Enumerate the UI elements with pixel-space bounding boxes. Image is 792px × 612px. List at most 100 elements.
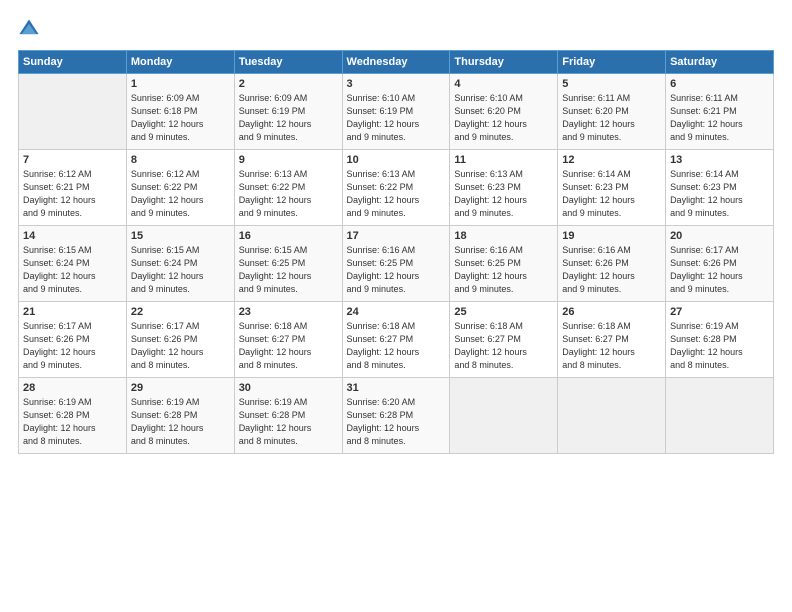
day-number: 9 — [239, 153, 338, 167]
day-cell: 5 Sunrise: 6:11 AM Sunset: 6:20 PM Daylig… — [558, 74, 666, 150]
day-number: 15 — [131, 229, 230, 243]
day-number: 11 — [454, 153, 553, 167]
day-info: Sunrise: 6:18 AM Sunset: 6:27 PM Dayligh… — [347, 321, 420, 370]
day-info: Sunrise: 6:18 AM Sunset: 6:27 PM Dayligh… — [562, 321, 635, 370]
day-number: 5 — [562, 77, 661, 91]
day-cell — [19, 74, 127, 150]
day-cell: 27Sunrise: 6:19 AM Sunset: 6:28 PM Dayli… — [666, 302, 774, 378]
day-info: Sunrise: 6:10 AM Sunset: 6:19 PM Dayligh… — [347, 93, 420, 142]
day-info: Sunrise: 6:12 AM Sunset: 6:22 PM Dayligh… — [131, 169, 204, 218]
day-number: 8 — [131, 153, 230, 167]
day-number: 28 — [23, 381, 122, 395]
week-row-2: 7 Sunrise: 6:12 AM Sunset: 6:21 PM Daylig… — [19, 150, 774, 226]
day-cell — [558, 378, 666, 454]
day-number: 1 — [131, 77, 230, 91]
day-cell: 22 Sunrise: 6:17 AM Sunset: 6:26 PM Dayli… — [126, 302, 234, 378]
day-number: 19 — [562, 229, 661, 243]
day-info: Sunrise: 6:17 AM Sunset: 6:26 PM Dayligh… — [131, 321, 204, 370]
day-info: Sunrise: 6:15 AM Sunset: 6:24 PM Dayligh… — [131, 245, 204, 294]
day-info: Sunrise: 6:16 AM Sunset: 6:25 PM Dayligh… — [454, 245, 527, 294]
day-number: 26 — [562, 305, 661, 319]
week-row-3: 14 Sunrise: 6:15 AM Sunset: 6:24 PM Dayli… — [19, 226, 774, 302]
day-info: Sunrise: 6:13 AM Sunset: 6:23 PM Dayligh… — [454, 169, 527, 218]
day-info: Sunrise: 6:18 AM Sunset: 6:27 PM Dayligh… — [454, 321, 527, 370]
day-number: 7 — [23, 153, 122, 167]
day-info: Sunrise: 6:16 AM Sunset: 6:26 PM Dayligh… — [562, 245, 635, 294]
day-number: 23 — [239, 305, 338, 319]
day-info: Sunrise: 6:13 AM Sunset: 6:22 PM Dayligh… — [347, 169, 420, 218]
day-info: Sunrise: 6:09 AM Sunset: 6:19 PM Dayligh… — [239, 93, 312, 142]
logo — [18, 18, 44, 40]
day-cell: 24Sunrise: 6:18 AM Sunset: 6:27 PM Dayli… — [342, 302, 450, 378]
weekday-header-row: SundayMondayTuesdayWednesdayThursdayFrid… — [19, 51, 774, 74]
day-cell: 29Sunrise: 6:19 AM Sunset: 6:28 PM Dayli… — [126, 378, 234, 454]
day-info: Sunrise: 6:20 AM Sunset: 6:28 PM Dayligh… — [347, 397, 420, 446]
header — [18, 18, 774, 40]
day-number: 30 — [239, 381, 338, 395]
day-cell: 17Sunrise: 6:16 AM Sunset: 6:25 PM Dayli… — [342, 226, 450, 302]
day-number: 17 — [347, 229, 446, 243]
day-info: Sunrise: 6:19 AM Sunset: 6:28 PM Dayligh… — [23, 397, 96, 446]
day-number: 20 — [670, 229, 769, 243]
week-row-1: 1 Sunrise: 6:09 AM Sunset: 6:18 PM Daylig… — [19, 74, 774, 150]
day-number: 14 — [23, 229, 122, 243]
page: SundayMondayTuesdayWednesdayThursdayFrid… — [0, 0, 792, 612]
calendar: SundayMondayTuesdayWednesdayThursdayFrid… — [18, 50, 774, 454]
weekday-header-sunday: Sunday — [19, 51, 127, 74]
day-info: Sunrise: 6:12 AM Sunset: 6:21 PM Dayligh… — [23, 169, 96, 218]
day-info: Sunrise: 6:14 AM Sunset: 6:23 PM Dayligh… — [562, 169, 635, 218]
week-row-4: 21 Sunrise: 6:17 AM Sunset: 6:26 PM Dayli… — [19, 302, 774, 378]
day-cell: 23 Sunrise: 6:18 AM Sunset: 6:27 PM Dayli… — [234, 302, 342, 378]
day-info: Sunrise: 6:09 AM Sunset: 6:18 PM Dayligh… — [131, 93, 204, 142]
day-info: Sunrise: 6:15 AM Sunset: 6:24 PM Dayligh… — [23, 245, 96, 294]
day-cell: 30 Sunrise: 6:19 AM Sunset: 6:28 PM Dayli… — [234, 378, 342, 454]
day-info: Sunrise: 6:17 AM Sunset: 6:26 PM Dayligh… — [23, 321, 96, 370]
day-number: 3 — [347, 77, 446, 91]
weekday-header-tuesday: Tuesday — [234, 51, 342, 74]
weekday-header-wednesday: Wednesday — [342, 51, 450, 74]
logo-icon — [18, 18, 40, 40]
day-number: 31 — [347, 381, 446, 395]
day-number: 25 — [454, 305, 553, 319]
day-info: Sunrise: 6:18 AM Sunset: 6:27 PM Dayligh… — [239, 321, 312, 370]
day-number: 16 — [239, 229, 338, 243]
day-number: 18 — [454, 229, 553, 243]
day-cell: 4 Sunrise: 6:10 AM Sunset: 6:20 PM Daylig… — [450, 74, 558, 150]
day-info: Sunrise: 6:19 AM Sunset: 6:28 PM Dayligh… — [670, 321, 743, 370]
day-info: Sunrise: 6:19 AM Sunset: 6:28 PM Dayligh… — [239, 397, 312, 446]
day-cell: 9 Sunrise: 6:13 AM Sunset: 6:22 PM Daylig… — [234, 150, 342, 226]
weekday-header-friday: Friday — [558, 51, 666, 74]
day-info: Sunrise: 6:11 AM Sunset: 6:21 PM Dayligh… — [670, 93, 743, 142]
day-number: 12 — [562, 153, 661, 167]
day-cell: 28 Sunrise: 6:19 AM Sunset: 6:28 PM Dayli… — [19, 378, 127, 454]
day-cell: 7 Sunrise: 6:12 AM Sunset: 6:21 PM Daylig… — [19, 150, 127, 226]
day-number: 22 — [131, 305, 230, 319]
day-cell: 20 Sunrise: 6:17 AM Sunset: 6:26 PM Dayli… — [666, 226, 774, 302]
day-cell: 21 Sunrise: 6:17 AM Sunset: 6:26 PM Dayli… — [19, 302, 127, 378]
day-number: 4 — [454, 77, 553, 91]
logo-area — [18, 18, 44, 40]
weekday-header-saturday: Saturday — [666, 51, 774, 74]
day-cell: 16 Sunrise: 6:15 AM Sunset: 6:25 PM Dayli… — [234, 226, 342, 302]
day-info: Sunrise: 6:15 AM Sunset: 6:25 PM Dayligh… — [239, 245, 312, 294]
day-info: Sunrise: 6:14 AM Sunset: 6:23 PM Dayligh… — [670, 169, 743, 218]
day-info: Sunrise: 6:10 AM Sunset: 6:20 PM Dayligh… — [454, 93, 527, 142]
weekday-header-monday: Monday — [126, 51, 234, 74]
day-info: Sunrise: 6:17 AM Sunset: 6:26 PM Dayligh… — [670, 245, 743, 294]
day-cell: 3 Sunrise: 6:10 AM Sunset: 6:19 PM Daylig… — [342, 74, 450, 150]
day-number: 21 — [23, 305, 122, 319]
day-cell: 2Sunrise: 6:09 AM Sunset: 6:19 PM Daylig… — [234, 74, 342, 150]
day-cell: 19 Sunrise: 6:16 AM Sunset: 6:26 PM Dayli… — [558, 226, 666, 302]
day-info: Sunrise: 6:13 AM Sunset: 6:22 PM Dayligh… — [239, 169, 312, 218]
day-info: Sunrise: 6:19 AM Sunset: 6:28 PM Dayligh… — [131, 397, 204, 446]
day-cell: 6Sunrise: 6:11 AM Sunset: 6:21 PM Daylig… — [666, 74, 774, 150]
day-cell: 18 Sunrise: 6:16 AM Sunset: 6:25 PM Dayli… — [450, 226, 558, 302]
day-cell: 8 Sunrise: 6:12 AM Sunset: 6:22 PM Daylig… — [126, 150, 234, 226]
day-cell: 26 Sunrise: 6:18 AM Sunset: 6:27 PM Dayli… — [558, 302, 666, 378]
day-cell — [666, 378, 774, 454]
day-cell: 1 Sunrise: 6:09 AM Sunset: 6:18 PM Daylig… — [126, 74, 234, 150]
day-info: Sunrise: 6:11 AM Sunset: 6:20 PM Dayligh… — [562, 93, 635, 142]
day-cell: 11 Sunrise: 6:13 AM Sunset: 6:23 PM Dayli… — [450, 150, 558, 226]
day-cell: 14 Sunrise: 6:15 AM Sunset: 6:24 PM Dayli… — [19, 226, 127, 302]
day-number: 13 — [670, 153, 769, 167]
